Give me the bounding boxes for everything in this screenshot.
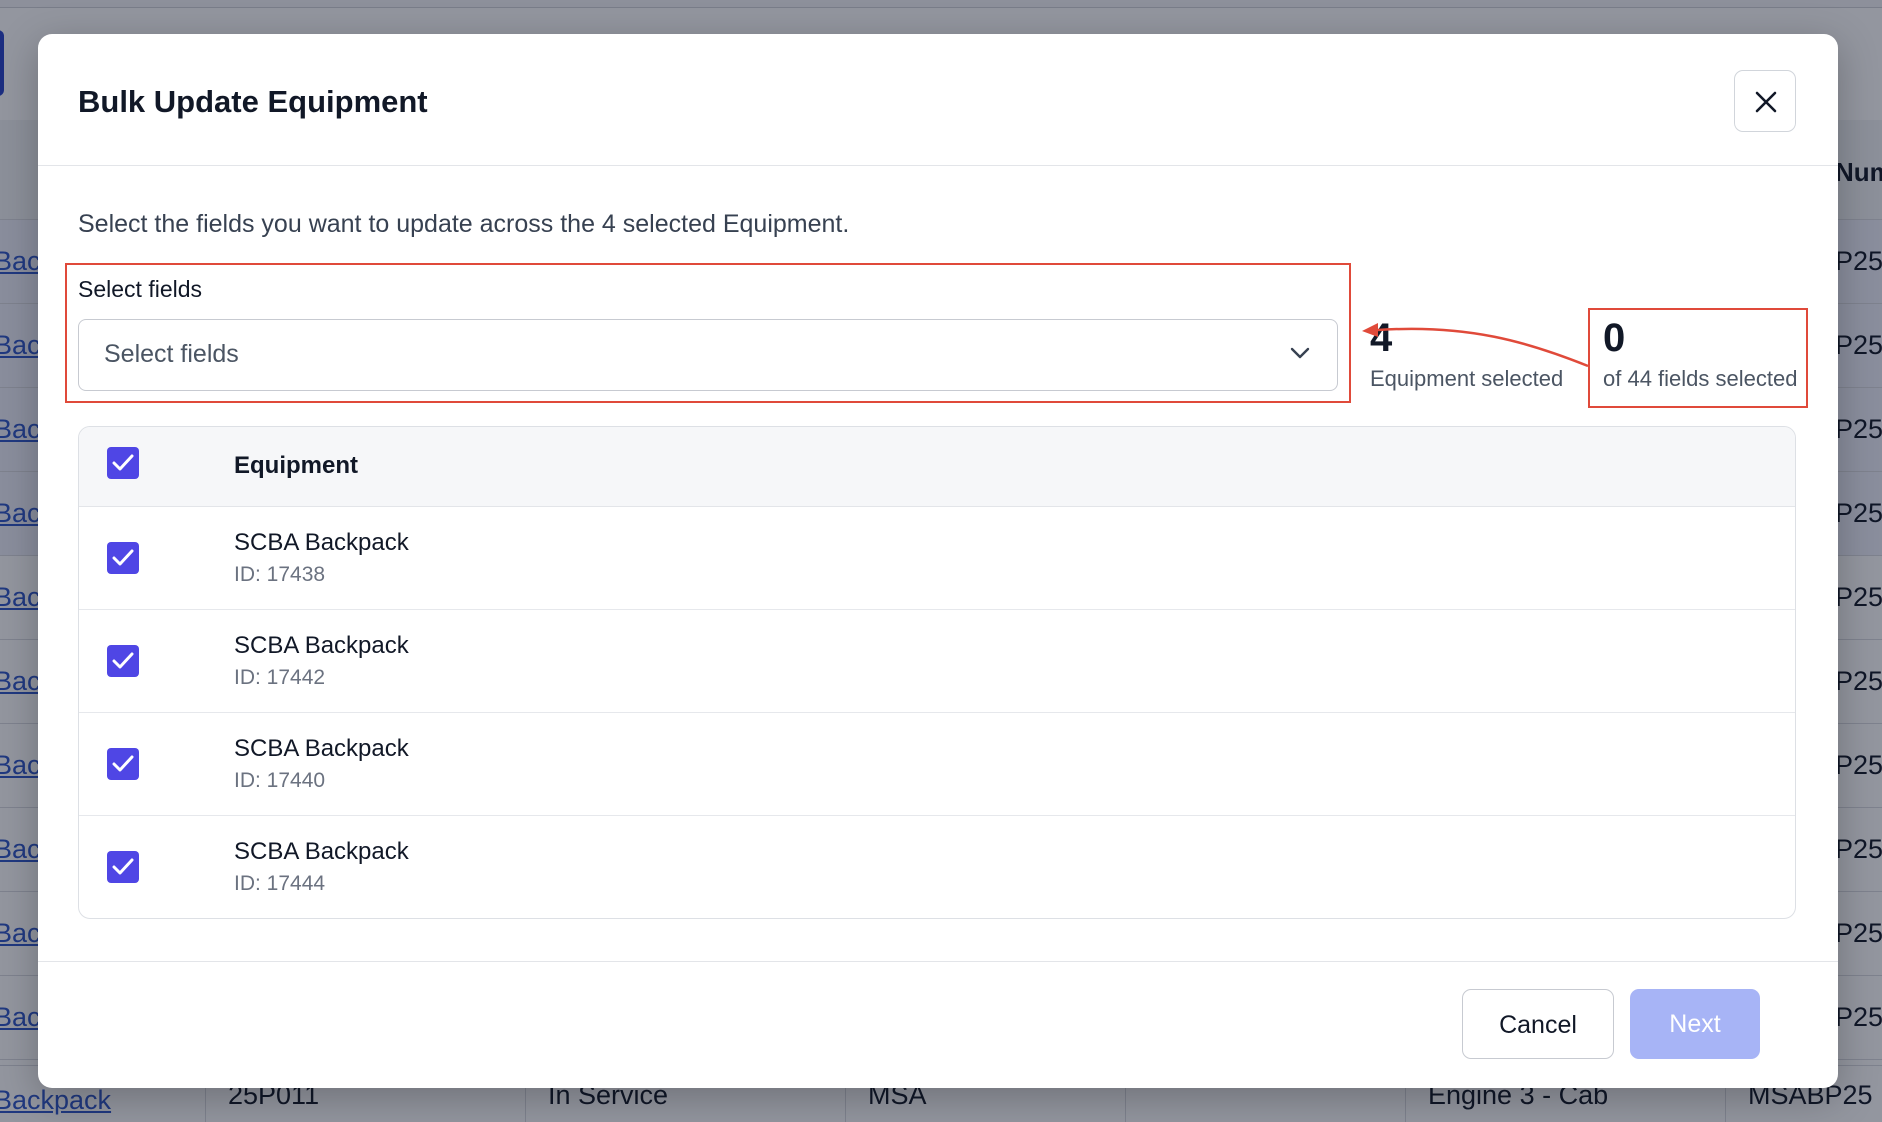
table-row[interactable]: SCBA Backpack ID: 17440 <box>79 713 1795 816</box>
modal-intro-text: Select the fields you want to update acr… <box>78 210 850 238</box>
modal-header: Bulk Update Equipment <box>38 34 1838 166</box>
equipment-id: ID: 17438 <box>234 563 326 586</box>
table-row[interactable]: SCBA Backpack ID: 17438 <box>79 507 1795 610</box>
fields-selected-label: of 44 fields selected <box>1603 366 1798 391</box>
chevron-down-icon <box>1290 347 1310 359</box>
equipment-name: SCBA Backpack <box>234 632 409 659</box>
checkmark-icon <box>112 858 134 875</box>
checkmark-icon <box>112 755 134 772</box>
modal-title: Bulk Update Equipment <box>78 84 428 119</box>
select-fields-placeholder: Select fields <box>104 340 239 368</box>
checkmark-icon <box>112 549 134 566</box>
equipment-id: ID: 17440 <box>234 769 326 792</box>
equipment-id: ID: 17442 <box>234 666 326 689</box>
next-button[interactable]: Next <box>1630 989 1760 1059</box>
row-checkbox[interactable] <box>107 748 139 780</box>
checkmark-icon <box>112 652 134 669</box>
annotation-arrow-icon <box>1362 323 1589 368</box>
row-checkbox[interactable] <box>107 851 139 883</box>
equipment-name: SCBA Backpack <box>234 735 409 762</box>
select-fields-label: Select fields <box>78 276 203 302</box>
row-checkbox[interactable] <box>107 542 139 574</box>
equipment-name: SCBA Backpack <box>234 838 409 865</box>
cancel-button[interactable]: Cancel <box>1462 989 1614 1059</box>
table-row[interactable]: SCBA Backpack ID: 17444 <box>79 816 1795 918</box>
close-icon <box>1755 91 1777 113</box>
select-all-checkbox[interactable] <box>107 447 139 479</box>
table-header-equipment: Equipment <box>234 452 358 479</box>
row-checkbox[interactable] <box>107 645 139 677</box>
table-header: Equipment <box>79 427 1795 507</box>
bulk-update-modal: Bulk Update Equipment Select the fields … <box>38 34 1838 1088</box>
equipment-name: SCBA Backpack <box>234 529 409 556</box>
fields-selected-count: 0 <box>1603 316 1626 360</box>
checkmark-icon <box>112 454 134 471</box>
equipment-table: Equipment SCBA Backpack ID: 17438 SCBA B… <box>78 426 1796 919</box>
table-row[interactable]: SCBA Backpack ID: 17442 <box>79 610 1795 713</box>
close-button[interactable] <box>1734 70 1796 132</box>
select-fields-dropdown[interactable]: Select fields <box>78 319 1338 391</box>
equipment-id: ID: 17444 <box>234 872 326 895</box>
